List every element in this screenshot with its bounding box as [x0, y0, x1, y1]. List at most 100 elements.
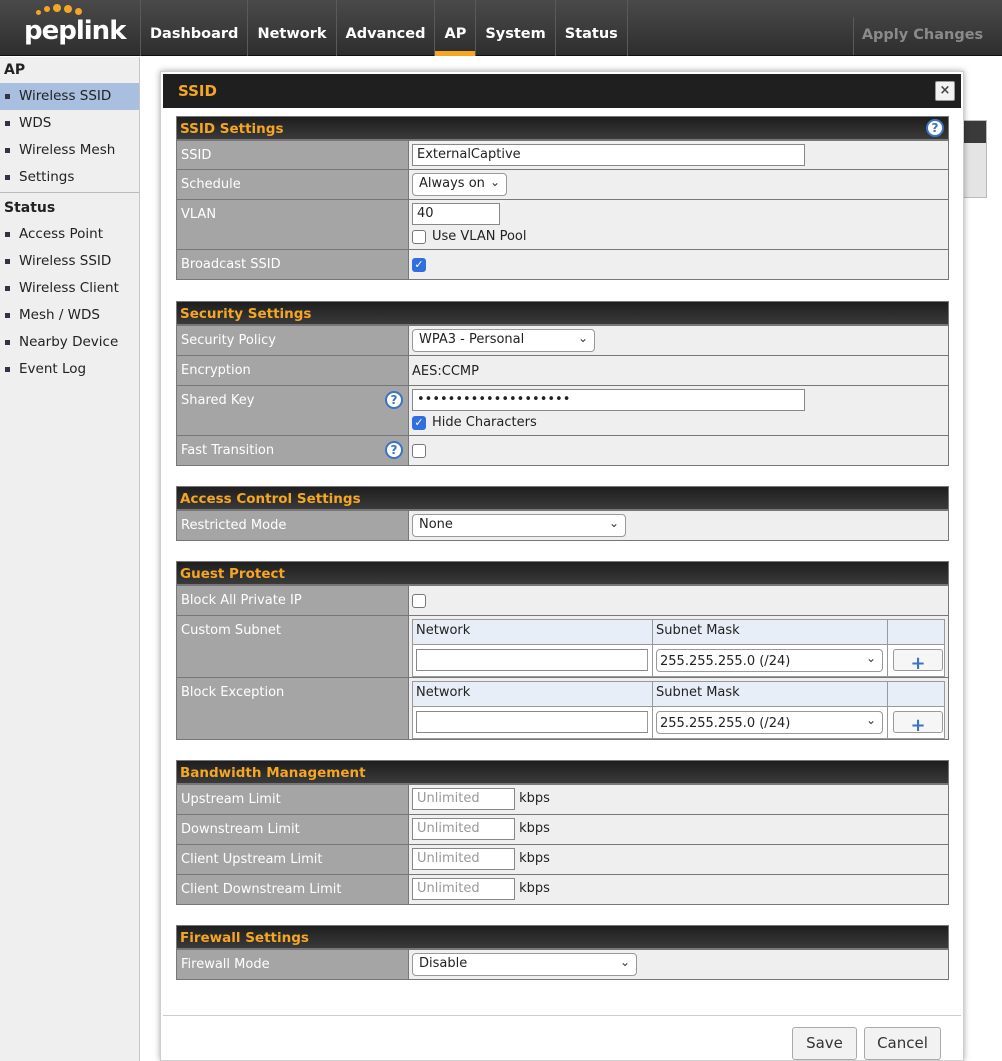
- add-custom-subnet-button[interactable]: +: [893, 649, 943, 673]
- schedule-select[interactable]: Always on ⌄: [412, 173, 507, 196]
- chevron-down-icon: ⌄: [608, 516, 619, 530]
- client-downstream-limit-label: Client Downstream Limit: [177, 875, 409, 904]
- ssid-label: SSID: [177, 141, 409, 169]
- sidebar-section-status: Status: [4, 200, 56, 216]
- section-heading: SSID Settings: [180, 121, 284, 137]
- block-exception-table: Network Subnet Mask 255.255.255.0 (/24) ⌄…: [412, 681, 945, 739]
- vlan-label: VLAN: [177, 200, 409, 249]
- column-header-subnet-mask: Subnet Mask: [653, 620, 888, 644]
- security-policy-select[interactable]: WPA3 - Personal ⌄: [412, 329, 595, 352]
- footer-divider: [163, 1015, 961, 1016]
- ssid-input[interactable]: ExternalCaptive: [412, 144, 805, 166]
- dialog-title: SSID: [178, 82, 217, 100]
- downstream-limit-input[interactable]: Unlimited: [412, 818, 515, 840]
- firewall-mode-select[interactable]: Disable ⌄: [412, 953, 637, 976]
- sidebar-item-event-log[interactable]: Event Log: [0, 356, 139, 383]
- restricted-mode-select[interactable]: None ⌄: [412, 514, 626, 537]
- sidebar-item-settings[interactable]: Settings: [0, 164, 139, 191]
- upstream-limit-label: Upstream Limit: [177, 785, 409, 814]
- broadcast-ssid-label: Broadcast SSID: [177, 250, 409, 279]
- client-downstream-limit-input[interactable]: Unlimited: [412, 878, 515, 900]
- downstream-limit-label: Downstream Limit: [177, 815, 409, 844]
- help-icon[interactable]: ?: [926, 119, 944, 137]
- unit-label: kbps: [519, 821, 550, 836]
- section-heading: Access Control Settings: [180, 491, 361, 507]
- block-exception-mask-select[interactable]: 255.255.255.0 (/24) ⌄: [656, 711, 883, 734]
- block-private-ip-label: Block All Private IP: [177, 586, 409, 615]
- chevron-down-icon: ⌄: [619, 955, 630, 969]
- ssid-settings-section: SSID Settings ? SSID ExternalCaptive Sch…: [176, 116, 949, 280]
- chevron-down-icon: ⌄: [865, 713, 876, 727]
- sidebar-item-nearby-device[interactable]: Nearby Device: [0, 329, 139, 356]
- upstream-limit-input[interactable]: Unlimited: [412, 788, 515, 810]
- custom-subnet-table: Network Subnet Mask 255.255.255.0 (/24) ⌄…: [412, 619, 945, 677]
- sidebar-item-status-wireless-ssid[interactable]: Wireless SSID: [0, 248, 139, 275]
- close-icon[interactable]: ×: [935, 81, 955, 101]
- vlan-input[interactable]: 40: [412, 203, 500, 225]
- sidebar-item-wds[interactable]: WDS: [0, 110, 139, 137]
- sidebar-section-ap: AP: [4, 62, 26, 78]
- tab-advanced[interactable]: Advanced: [335, 0, 435, 56]
- ssid-dialog: SSID × SSID Settings ? SSID ExternalCapt…: [160, 71, 964, 1061]
- hide-characters-label: Hide Characters: [432, 415, 537, 430]
- unit-label: kbps: [519, 851, 550, 866]
- logo-text: peplink: [24, 16, 126, 46]
- block-exception-network-input[interactable]: [416, 711, 648, 733]
- block-exception-label: Block Exception: [177, 678, 409, 739]
- custom-subnet-mask-select[interactable]: 255.255.255.0 (/24) ⌄: [656, 649, 883, 672]
- use-vlan-pool-label: Use VLAN Pool: [432, 229, 527, 244]
- firewall-mode-label: Firewall Mode: [177, 950, 409, 979]
- save-button[interactable]: Save: [792, 1027, 857, 1060]
- firewall-settings-section: Firewall Settings Firewall Mode Disable ⌄: [176, 925, 949, 980]
- tab-ap[interactable]: AP: [434, 0, 476, 56]
- help-icon[interactable]: ?: [385, 391, 403, 409]
- bandwidth-management-section: Bandwidth Management Upstream Limit Unli…: [176, 760, 949, 905]
- sidebar-divider: [0, 192, 139, 193]
- column-header-subnet-mask: Subnet Mask: [653, 682, 888, 706]
- use-vlan-pool-checkbox[interactable]: [412, 229, 426, 244]
- cancel-button[interactable]: Cancel: [864, 1027, 941, 1060]
- apply-changes-button[interactable]: Apply Changes: [853, 17, 991, 55]
- chevron-down-icon: ⌄: [577, 331, 588, 345]
- client-upstream-limit-input[interactable]: Unlimited: [412, 848, 515, 870]
- fast-transition-checkbox[interactable]: [412, 443, 426, 458]
- broadcast-ssid-checkbox[interactable]: ✓: [412, 257, 426, 272]
- schedule-label: Schedule: [177, 170, 409, 199]
- sidebar-item-access-point[interactable]: Access Point: [0, 221, 139, 248]
- sidebar-item-wireless-ssid[interactable]: Wireless SSID: [0, 83, 139, 110]
- block-private-ip-checkbox[interactable]: [412, 593, 426, 608]
- help-icon[interactable]: ?: [385, 441, 403, 459]
- top-bar: peplink Dashboard Network Advanced AP Sy…: [0, 0, 1002, 56]
- unit-label: kbps: [519, 881, 550, 896]
- hide-characters-checkbox[interactable]: ✓: [412, 415, 426, 430]
- custom-subnet-label: Custom Subnet: [177, 616, 409, 677]
- add-block-exception-button[interactable]: +: [893, 711, 943, 735]
- column-header-network: Network: [413, 682, 653, 706]
- security-settings-section: Security Settings Security Policy WPA3 -…: [176, 301, 949, 466]
- restricted-mode-label: Restricted Mode: [177, 511, 409, 540]
- fast-transition-label: Fast Transition: [181, 443, 275, 458]
- tab-network[interactable]: Network: [247, 0, 335, 56]
- shared-key-input[interactable]: ••••••••••••••••••••: [412, 389, 805, 411]
- section-heading: Security Settings: [180, 306, 312, 322]
- client-upstream-limit-label: Client Upstream Limit: [177, 845, 409, 874]
- tab-system[interactable]: System: [475, 0, 554, 56]
- sidebar-item-mesh-wds[interactable]: Mesh / WDS: [0, 302, 139, 329]
- sidebar-item-wireless-mesh[interactable]: Wireless Mesh: [0, 137, 139, 164]
- sidebar-item-wireless-client[interactable]: Wireless Client: [0, 275, 139, 302]
- encryption-label: Encryption: [177, 356, 409, 385]
- custom-subnet-network-input[interactable]: [416, 649, 648, 671]
- tab-dashboard[interactable]: Dashboard: [140, 0, 247, 56]
- column-header-network: Network: [413, 620, 653, 644]
- tab-status[interactable]: Status: [554, 0, 628, 56]
- encryption-value: AES:CCMP: [409, 356, 948, 385]
- sidebar: AP Wireless SSID WDS Wireless Mesh Setti…: [0, 57, 140, 1061]
- security-policy-label: Security Policy: [177, 326, 409, 355]
- dialog-title-bar: SSID ×: [163, 74, 961, 108]
- main-nav: Dashboard Network Advanced AP System Sta…: [140, 0, 628, 56]
- unit-label: kbps: [519, 791, 550, 806]
- guest-protect-section: Guest Protect Block All Private IP Custo…: [176, 561, 949, 740]
- access-control-section: Access Control Settings Restricted Mode …: [176, 486, 949, 541]
- chevron-down-icon: ⌄: [865, 651, 876, 665]
- section-heading: Guest Protect: [180, 566, 285, 582]
